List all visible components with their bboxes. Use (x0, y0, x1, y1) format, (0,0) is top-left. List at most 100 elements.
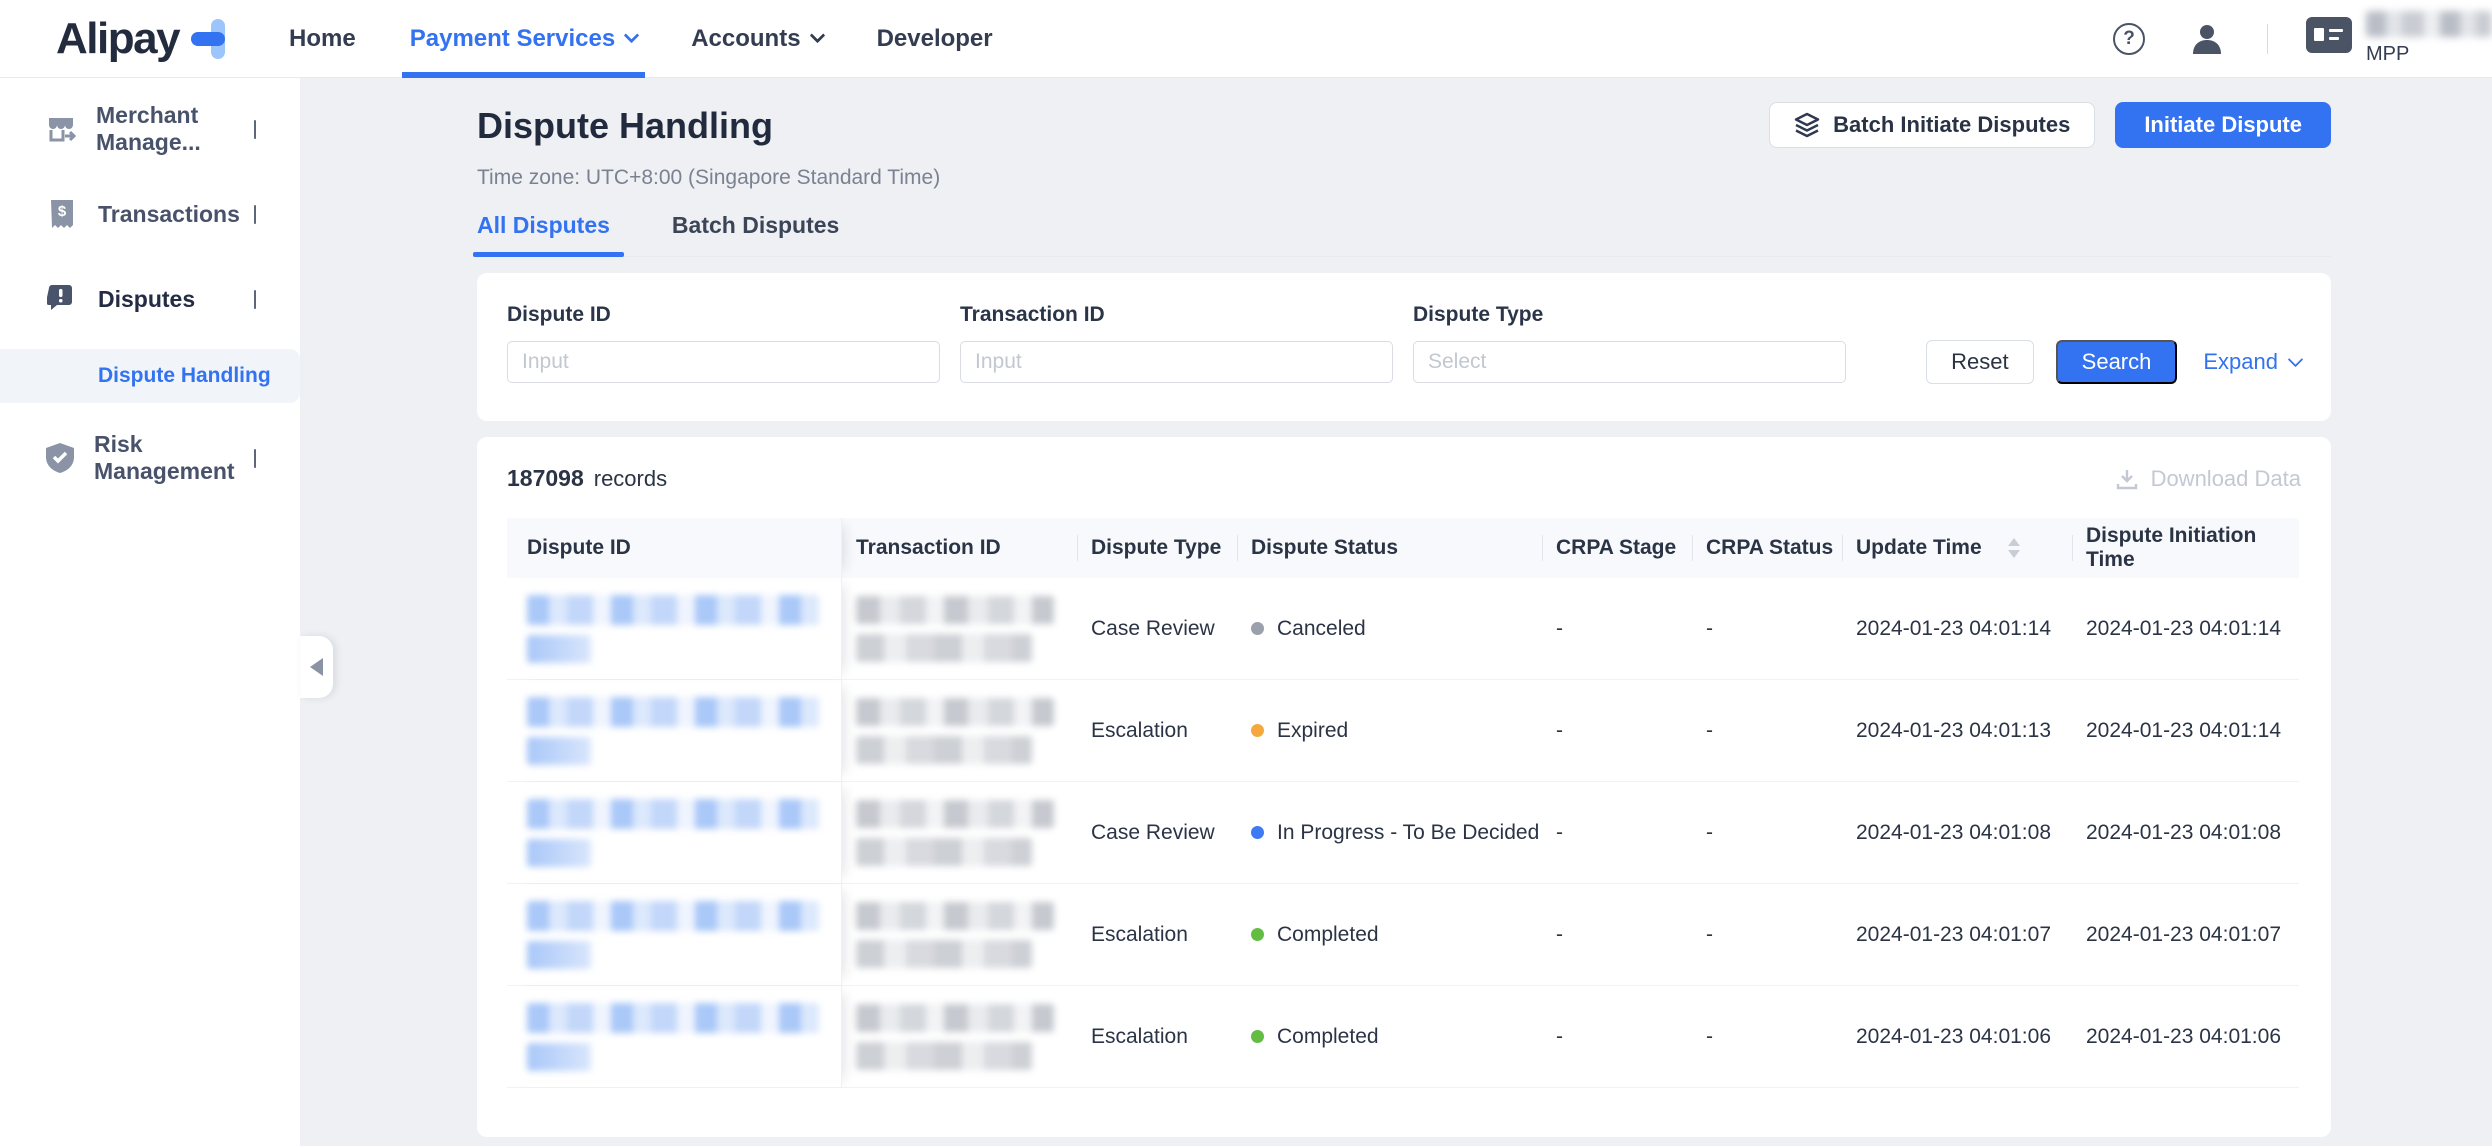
cell-update-time: 2024-01-23 04:01:14 (1842, 578, 2072, 679)
account-type-label: MPP (2366, 43, 2492, 66)
caret-up-icon (2008, 538, 2020, 546)
cell-crpa-stage: - (1542, 680, 1692, 781)
cell-dispute-status: In Progress - To Be Decided (1237, 782, 1542, 883)
sort-control[interactable] (2008, 538, 2020, 558)
shield-icon (46, 443, 74, 473)
nav-accounts[interactable]: Accounts (689, 0, 824, 77)
dispute-type-label: Dispute Type (1413, 303, 1846, 327)
table-row: Escalation Completed - - 2024-01-23 04:0… (507, 986, 2299, 1088)
cell-crpa-status: - (1692, 782, 1842, 883)
reset-button[interactable]: Reset (1926, 340, 2033, 384)
tab-batch-disputes[interactable]: Batch Disputes (672, 212, 839, 256)
storefront-icon (46, 114, 76, 144)
dispute-type-select[interactable]: Select (1413, 341, 1846, 383)
cell-crpa-stage: - (1542, 782, 1692, 883)
nav-payment-services[interactable]: Payment Services (408, 0, 639, 77)
chevron-down-icon (254, 120, 256, 138)
cell-initiation-time: 2024-01-23 04:01:07 (2072, 884, 2299, 985)
chevron-down-icon (809, 28, 825, 44)
cell-transaction-id (842, 986, 1077, 1087)
record-count: 187098records (507, 465, 667, 492)
tab-all-disputes[interactable]: All Disputes (477, 212, 610, 256)
download-data-button[interactable]: Download Data (2115, 466, 2301, 492)
account-switcher[interactable]: MPP (2306, 11, 2492, 66)
cell-dispute-type: Escalation (1077, 884, 1237, 985)
initiate-dispute-button[interactable]: Initiate Dispute (2115, 102, 2331, 148)
table-row: Escalation Completed - - 2024-01-23 04:0… (507, 884, 2299, 986)
dispute-id-input[interactable] (507, 341, 940, 383)
cell-update-time: 2024-01-23 04:01:07 (1842, 884, 2072, 985)
transaction-id-input[interactable] (960, 341, 1393, 383)
filter-field-dispute-type: Dispute Type Select (1413, 303, 1846, 383)
dispute-id-link-redacted[interactable] (527, 1003, 819, 1071)
receipt-icon: $ (46, 199, 78, 229)
dispute-id-link-redacted[interactable] (527, 901, 819, 969)
sidebar-item-dispute-handling[interactable]: Dispute Handling (0, 349, 300, 403)
col-header-update-time: Update Time (1842, 518, 2072, 578)
account-name-redacted (2366, 11, 2492, 37)
table-row: Case Review Canceled - - 2024-01-23 04:0… (507, 578, 2299, 680)
chevron-up-icon (254, 290, 256, 308)
chevron-down-icon (254, 449, 256, 467)
status-dot (1251, 622, 1264, 635)
svg-text:$: $ (58, 203, 67, 220)
cell-dispute-type: Case Review (1077, 782, 1237, 883)
dispute-id-link-redacted[interactable] (527, 697, 819, 765)
cell-crpa-stage: - (1542, 578, 1692, 679)
batch-initiate-disputes-button[interactable]: Batch Initiate Disputes (1769, 102, 2095, 148)
cell-dispute-status: Completed (1237, 986, 1542, 1087)
cell-dispute-id (507, 578, 842, 679)
chevron-down-icon (2288, 351, 2304, 367)
transaction-id-label: Transaction ID (960, 303, 1393, 327)
sidebar-item-transactions[interactable]: $ Transactions (0, 184, 300, 244)
cell-transaction-id (842, 782, 1077, 883)
chevron-down-icon (624, 28, 640, 44)
user-icon[interactable] (2189, 21, 2225, 57)
page-title: Dispute Handling (477, 102, 773, 150)
transaction-id-redacted (856, 800, 1054, 866)
cell-crpa-stage: - (1542, 884, 1692, 985)
cell-transaction-id (842, 884, 1077, 985)
alipay-plus-logo[interactable]: Alipay (56, 14, 233, 64)
dispute-id-link-redacted[interactable] (527, 595, 819, 663)
cell-update-time: 2024-01-23 04:01:13 (1842, 680, 2072, 781)
sidebar-item-disputes[interactable]: Disputes (0, 269, 300, 329)
col-header-dispute-initiation-time: Dispute Initiation Time (2072, 518, 2299, 578)
col-header-dispute-id: Dispute ID (507, 518, 842, 578)
col-header-dispute-type: Dispute Type (1077, 518, 1237, 578)
results-panel: 187098records Download Data Dispute ID T… (477, 437, 2331, 1137)
cell-crpa-status: - (1692, 680, 1842, 781)
sidebar-item-risk-management[interactable]: Risk Management (0, 428, 300, 488)
status-dot (1251, 826, 1264, 839)
transaction-id-redacted (856, 596, 1054, 662)
cell-dispute-status: Completed (1237, 884, 1542, 985)
transaction-id-redacted (856, 698, 1054, 764)
cell-dispute-id (507, 680, 842, 781)
nav-home[interactable]: Home (287, 0, 358, 77)
expand-filters-link[interactable]: Expand (2203, 349, 2301, 375)
transaction-id-redacted (856, 902, 1054, 968)
download-icon (2115, 467, 2139, 491)
timezone-note: Time zone: UTC+8:00 (Singapore Standard … (477, 166, 2331, 190)
status-dot (1251, 724, 1264, 737)
sidebar-collapse-handle[interactable] (300, 636, 333, 698)
dispute-id-link-redacted[interactable] (527, 799, 819, 867)
help-icon[interactable]: ? (2113, 23, 2145, 55)
nav-developer[interactable]: Developer (875, 0, 995, 77)
search-button[interactable]: Search (2056, 340, 2178, 384)
cell-crpa-status: - (1692, 986, 1842, 1087)
primary-nav: Home Payment Services Accounts Developer (287, 0, 1045, 77)
main-content: Dispute Handling Batch Initiate Disputes… (300, 78, 2492, 1146)
cell-dispute-id (507, 782, 842, 883)
filter-field-transaction-id: Transaction ID (960, 303, 1393, 383)
cell-crpa-status: - (1692, 884, 1842, 985)
cell-update-time: 2024-01-23 04:01:08 (1842, 782, 2072, 883)
cell-transaction-id (842, 578, 1077, 679)
table-row: Escalation Expired - - 2024-01-23 04:01:… (507, 680, 2299, 782)
col-header-dispute-status: Dispute Status (1237, 518, 1542, 578)
topbar-right: ? MPP (2113, 11, 2492, 66)
filter-field-dispute-id: Dispute ID (507, 303, 940, 383)
filter-panel: Dispute ID Transaction ID Dispute Type S… (477, 273, 2331, 421)
sidebar-item-merchant-management[interactable]: Merchant Manage... (0, 99, 300, 159)
cell-dispute-id (507, 986, 842, 1087)
